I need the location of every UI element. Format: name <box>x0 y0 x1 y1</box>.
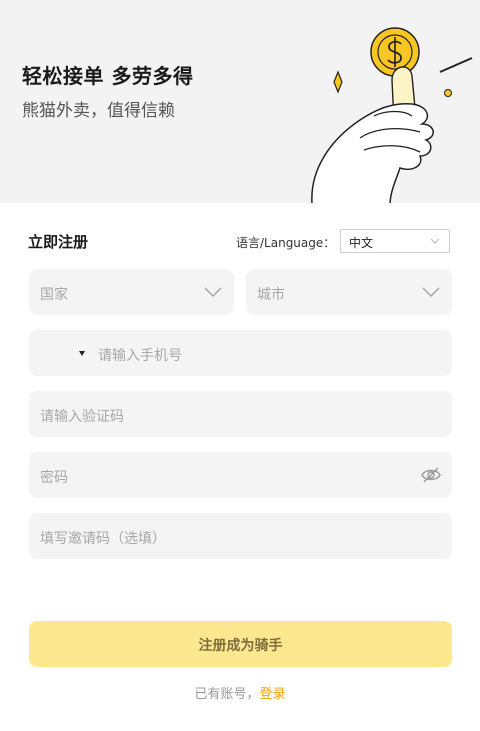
hand-holding-coin-illustration <box>311 27 473 203</box>
hero-banner: 轻松接单 多劳多得 熊猫外卖，值得信赖 <box>0 0 480 203</box>
verification-code-field[interactable]: 请输入验证码 <box>29 391 452 437</box>
register-rider-button[interactable]: 注册成为骑手 <box>29 621 452 667</box>
phone-field[interactable]: 请输入手机号 <box>29 330 452 376</box>
language-value: 中文 <box>349 236 374 250</box>
chevron-down-icon <box>204 287 222 298</box>
country-placeholder: 国家 <box>40 287 68 303</box>
invite-placeholder: 填写邀请码（选填） <box>40 531 166 547</box>
chevron-down-icon <box>422 287 440 298</box>
dropdown-caret-icon[interactable] <box>79 351 85 356</box>
code-placeholder: 请输入验证码 <box>40 409 124 425</box>
register-button-label: 注册成为骑手 <box>198 638 283 654</box>
password-field[interactable]: 密码 <box>29 452 452 498</box>
city-placeholder: 城市 <box>257 287 285 303</box>
register-card: 立即注册 语言/Language： 中文 国家 城市 请输入手机号 请输入验证码… <box>0 203 480 731</box>
dollar-coin-icon <box>370 27 420 77</box>
city-select[interactable]: 城市 <box>246 269 452 315</box>
sparkle-icon <box>333 70 343 94</box>
country-select[interactable]: 国家 <box>29 269 234 315</box>
login-link[interactable]: 登录 <box>260 687 286 702</box>
login-prompt: 已有账号， <box>194 687 260 702</box>
hero-subtitle: 熊猫外卖，值得信赖 <box>22 101 175 121</box>
language-select[interactable]: 中文 <box>340 229 450 253</box>
eye-off-icon[interactable] <box>421 466 441 484</box>
password-placeholder: 密码 <box>40 470 68 486</box>
phone-placeholder: 请输入手机号 <box>98 348 182 364</box>
invite-code-field[interactable]: 填写邀请码（选填） <box>29 513 452 559</box>
dot-icon <box>444 89 452 97</box>
language-label: 语言/Language： <box>236 236 336 250</box>
login-prompt-line: 已有账号，登录 <box>0 683 480 702</box>
chevron-down-icon <box>430 238 440 244</box>
register-title: 立即注册 <box>28 233 89 251</box>
hero-title: 轻松接单 多劳多得 <box>22 64 194 88</box>
